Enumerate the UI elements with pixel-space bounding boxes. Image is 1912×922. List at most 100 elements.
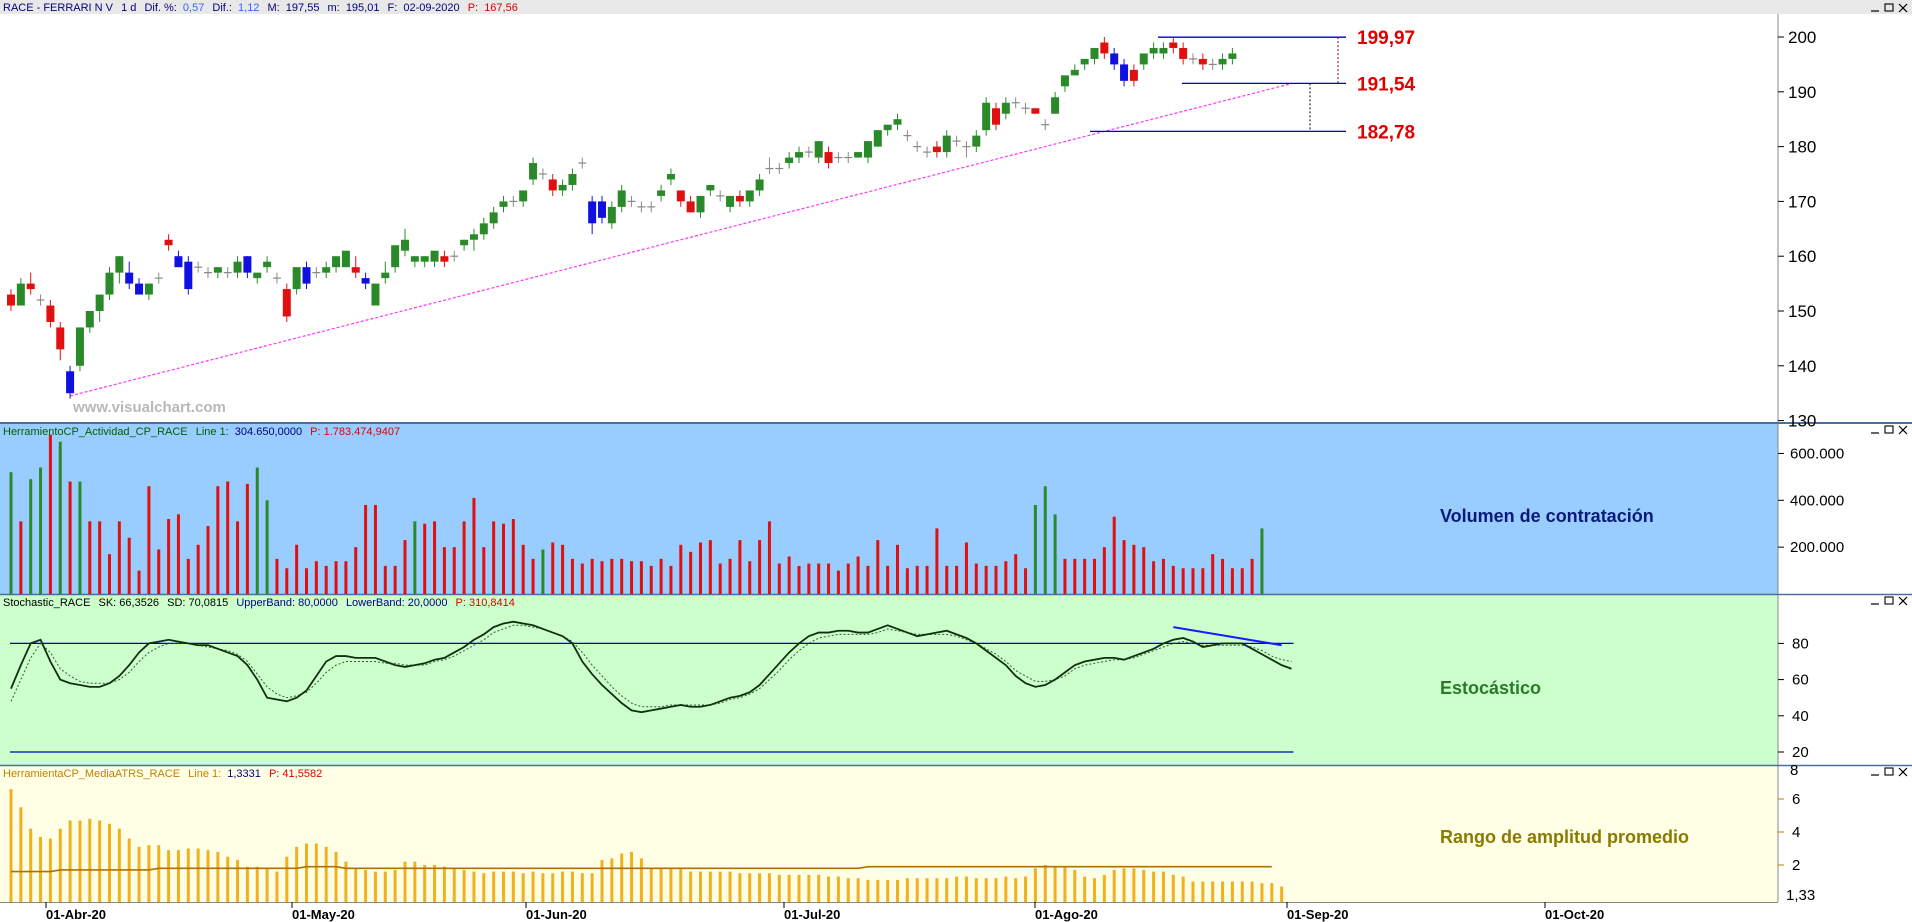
volume-tick-label: 400.000 (1790, 492, 1844, 509)
candle-body (1090, 47, 1099, 59)
atr-tick-label: 4 (1792, 824, 1800, 841)
volume-bar (78, 481, 82, 594)
candle-body (391, 245, 400, 268)
volume-bar (393, 565, 397, 594)
stoch-tick-label: 40 (1792, 708, 1809, 725)
volume-bar (561, 544, 565, 594)
x-tick-label: 01-Jun-20 (526, 907, 587, 922)
stoch-tick-label: 60 (1792, 672, 1809, 689)
volume-bar (176, 514, 180, 594)
atr-bar (1004, 876, 1008, 902)
candle-body (460, 239, 469, 246)
atr-bar (482, 873, 486, 902)
atr-bar (561, 871, 565, 902)
candle-body (972, 135, 981, 147)
candle-body (519, 190, 528, 202)
volume-panel-label: Volumen de contratación (1440, 506, 1654, 526)
price-tick-label: 180 (1788, 138, 1816, 157)
candle-body (785, 157, 794, 164)
volume-bar (1073, 558, 1077, 594)
volume-bar (699, 542, 702, 594)
volume-bar (1260, 528, 1264, 594)
volume-bar (679, 544, 683, 594)
volume-bar (1053, 514, 1057, 594)
atr-bar (905, 878, 909, 902)
atr-bar (236, 860, 240, 902)
atr-bar (787, 874, 791, 902)
atr-bar (836, 876, 840, 902)
atr-bar (679, 868, 683, 902)
candle-body (469, 234, 478, 240)
volume-bar (659, 558, 663, 594)
candle-body (322, 267, 331, 273)
volume-bar (935, 528, 939, 594)
volume-bar (255, 467, 259, 594)
candle-body (85, 311, 94, 328)
candle-body (726, 195, 735, 207)
atr-bar (334, 851, 338, 902)
volume-bar (1250, 558, 1254, 594)
atr-bar (206, 850, 210, 902)
volume-bar (9, 472, 13, 594)
candle-body (7, 294, 15, 306)
volume-bar (570, 558, 574, 594)
candle-body (332, 256, 341, 268)
volume-bar (413, 521, 417, 594)
volume-bar (1122, 540, 1126, 594)
candle-body (893, 119, 902, 125)
candle-body (982, 102, 991, 131)
volume-bar (541, 549, 545, 594)
volume-bar (630, 561, 634, 594)
atr-bar (521, 873, 525, 902)
volume-bar (521, 544, 525, 594)
atr-bar (383, 871, 387, 902)
atr-bar (68, 820, 72, 902)
volume-bar (915, 565, 919, 594)
atr-bar (1191, 881, 1195, 902)
volume-bar (758, 540, 762, 594)
atr-bar (570, 871, 574, 902)
atr-bar (39, 836, 43, 902)
candle-body (1218, 58, 1227, 65)
level-label: 191,54 (1357, 74, 1416, 95)
volume-bar (196, 544, 200, 594)
volume-bar (1132, 544, 1136, 594)
volume-bar (1112, 516, 1116, 594)
volume-bar (620, 558, 624, 594)
volume-bar (167, 519, 171, 594)
atr-bar (19, 807, 23, 902)
volume-bar (344, 561, 348, 594)
candle-body (657, 190, 666, 196)
atr-bar (659, 868, 663, 902)
volume-bar (1093, 558, 1096, 594)
volume-bar (925, 565, 929, 594)
price-tick-label: 170 (1788, 192, 1816, 211)
candle-body (1060, 75, 1069, 87)
candle-body (351, 267, 360, 273)
candle-body (489, 212, 498, 224)
chart-canvas: RACE - FERRARI N V 1 d Dif. %: 0,57 Dif.… (0, 0, 1912, 922)
volume-panel-title: HerramientoCP_Actividad_CP_RACE Line 1: … (3, 426, 400, 438)
atr-bar (462, 869, 466, 902)
candle-body (863, 141, 872, 158)
volume-bar (324, 565, 328, 594)
atr-bar (1102, 874, 1106, 902)
candle-body (253, 272, 262, 279)
atr-bar (738, 873, 742, 902)
candle-body (1031, 108, 1040, 114)
candle-body (282, 289, 291, 317)
volume-bar (265, 500, 269, 594)
price-panel-bg (0, 14, 1778, 422)
volume-bar (1033, 504, 1037, 594)
candle-body (263, 261, 272, 268)
atr-bar (639, 858, 643, 902)
volume-bar (98, 521, 102, 594)
atr-bar (1171, 874, 1175, 902)
volume-bar (708, 540, 712, 594)
atr-bar (324, 846, 328, 902)
volume-bar (157, 549, 161, 594)
candle-body (686, 201, 695, 213)
atr-bar (1221, 881, 1225, 902)
candle-body (243, 256, 252, 273)
atr-bar (689, 871, 693, 902)
